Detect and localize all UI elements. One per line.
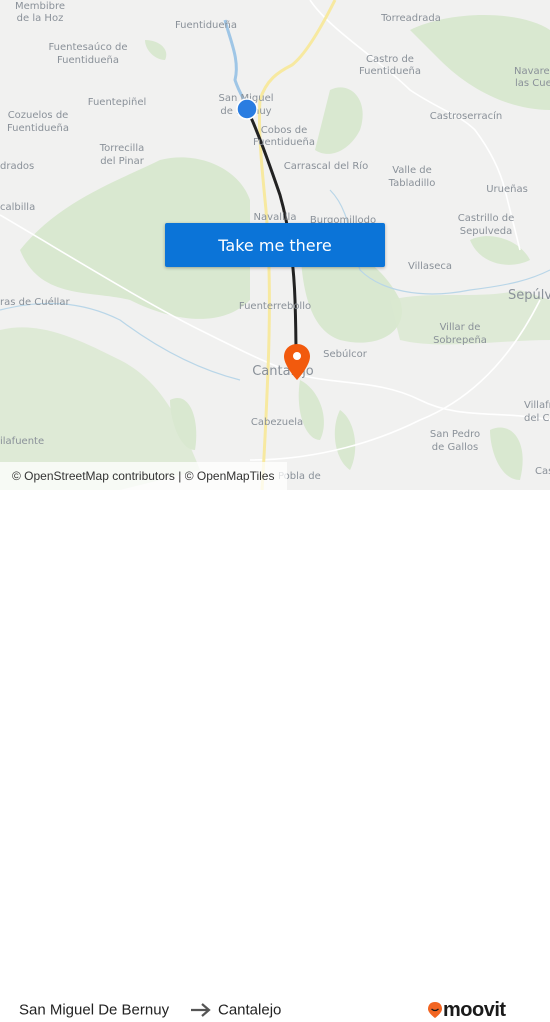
map-label: de la Hoz — [16, 13, 64, 24]
arrow-right-icon — [191, 1003, 211, 1017]
map-label: Torrecilla — [99, 143, 145, 154]
map-label: Castro de — [366, 54, 414, 65]
map-label: Cobos de — [260, 125, 308, 136]
map-attribution[interactable]: © OpenStreetMap contributors | © OpenMap… — [0, 462, 287, 490]
map-label: del Condado — [524, 413, 550, 424]
map-label: Fuentidueña — [6, 123, 70, 134]
map-label: Castrillo de — [457, 213, 515, 224]
map-label: de Gallos — [431, 442, 479, 453]
map-label: Castroserracín — [429, 111, 503, 122]
map-label: Cozuelos de — [7, 110, 69, 121]
map-label: Fuentidueña — [174, 20, 238, 31]
origin-name: San Miguel De Bernuy — [19, 1001, 170, 1019]
map-label: Urueñas — [486, 184, 528, 195]
moovit-pin-icon — [428, 1002, 442, 1018]
map-label: Sebúlcor — [323, 349, 367, 360]
map-label: ras de Cuéllar — [0, 297, 70, 308]
map-label: Fuenterrebollo — [238, 301, 312, 312]
map-label: las Cuevas — [515, 78, 550, 89]
map-label: Villaseca — [407, 261, 453, 272]
destination-name: Cantalejo — [218, 1001, 282, 1019]
moovit-logo: moovit — [427, 998, 506, 1022]
map-label: ilafuente — [0, 436, 45, 447]
map-label: Fuentidueña — [56, 55, 120, 66]
destination-pin-icon[interactable] — [283, 343, 311, 381]
map-label: drados — [0, 161, 35, 172]
map-label: Fuentesaúco de — [48, 42, 128, 53]
map-label: Sepulveda — [459, 226, 513, 237]
map-label: calbilla — [0, 202, 36, 213]
origin-marker-icon[interactable] — [236, 98, 258, 120]
map-label: Valle de — [392, 165, 432, 176]
map-label: Villar de — [439, 322, 481, 333]
map-label: del Pinar — [100, 156, 144, 167]
map-label: Fuentepiñel — [87, 97, 147, 108]
map-label: San Pedro — [429, 429, 481, 440]
take-me-there-button[interactable]: Take me there — [165, 223, 385, 267]
map[interactable]: Membibre de la Hoz Fuentidueña Fuentesaú… — [0, 0, 550, 490]
map-label: Fuentidueña — [252, 137, 316, 148]
map-label: Villafranca — [524, 400, 550, 411]
map-label: Torreadrada — [381, 13, 441, 24]
map-label: Cabezuela — [250, 417, 304, 428]
map-label: Tabladillo — [388, 178, 436, 189]
footer: San Miguel De Bernuy Cantalejo moovit — [0, 490, 550, 1021]
map-label: Carrascal del Río — [283, 161, 369, 172]
map-label: Membibre — [14, 1, 66, 12]
map-label: Sobrepeña — [433, 335, 487, 346]
map-label: Sepúlveda — [508, 288, 550, 303]
map-label: Fuentidueña — [358, 66, 422, 77]
moovit-wordmark: moovit — [443, 998, 506, 1021]
map-label: Navares de — [514, 66, 550, 77]
map-label: Casla — [535, 466, 550, 477]
